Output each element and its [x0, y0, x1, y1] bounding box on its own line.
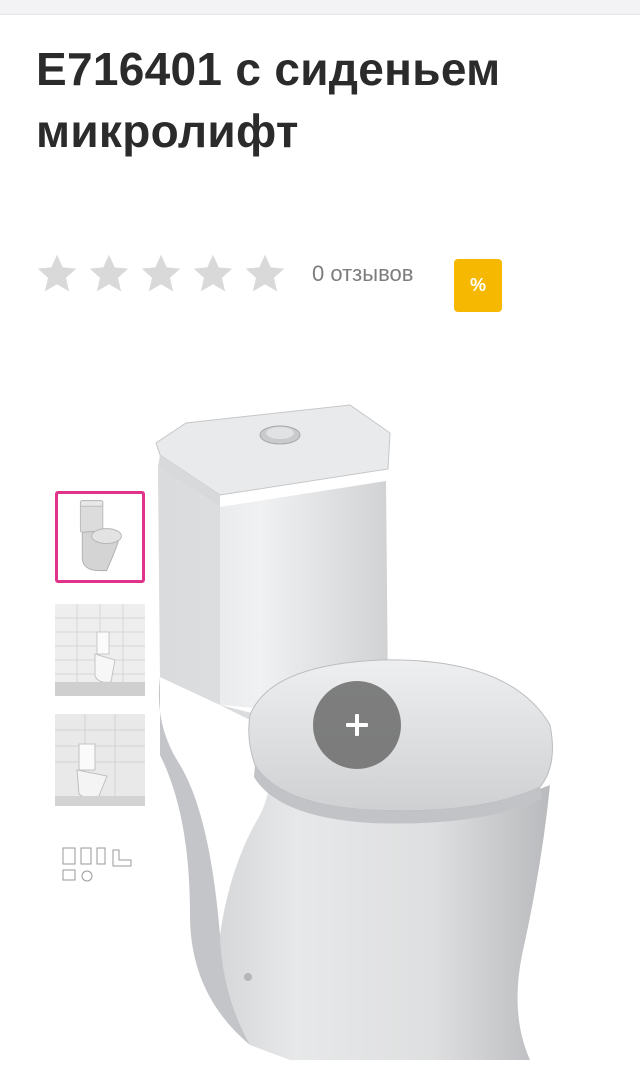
interior-thumbnail-image — [55, 714, 145, 806]
gallery-thumbnail-3[interactable] — [55, 714, 145, 806]
rating-row: 0 отзывов — [34, 252, 413, 296]
star-icon[interactable] — [34, 252, 80, 296]
plus-icon — [346, 714, 368, 736]
technical-drawing-thumbnail-image — [55, 826, 145, 918]
top-bar — [0, 0, 640, 15]
gallery-thumbnail-4[interactable] — [55, 826, 145, 918]
product-title: E716401 с сиденьем микролифт — [36, 43, 501, 157]
star-rating[interactable] — [34, 252, 288, 296]
reviews-count-link[interactable]: 0 отзывов — [312, 261, 413, 287]
gallery-thumbnail-2[interactable] — [55, 604, 145, 696]
zoom-button[interactable] — [313, 681, 401, 769]
star-icon[interactable] — [190, 252, 236, 296]
star-icon[interactable] — [86, 252, 132, 296]
bathroom-thumbnail-image — [55, 604, 145, 696]
gallery-thumbnail-1[interactable] — [55, 491, 145, 583]
toilet-thumbnail-image — [58, 494, 142, 580]
star-icon[interactable] — [242, 252, 288, 296]
discount-badge[interactable]: % — [454, 259, 502, 312]
star-icon[interactable] — [138, 252, 184, 296]
